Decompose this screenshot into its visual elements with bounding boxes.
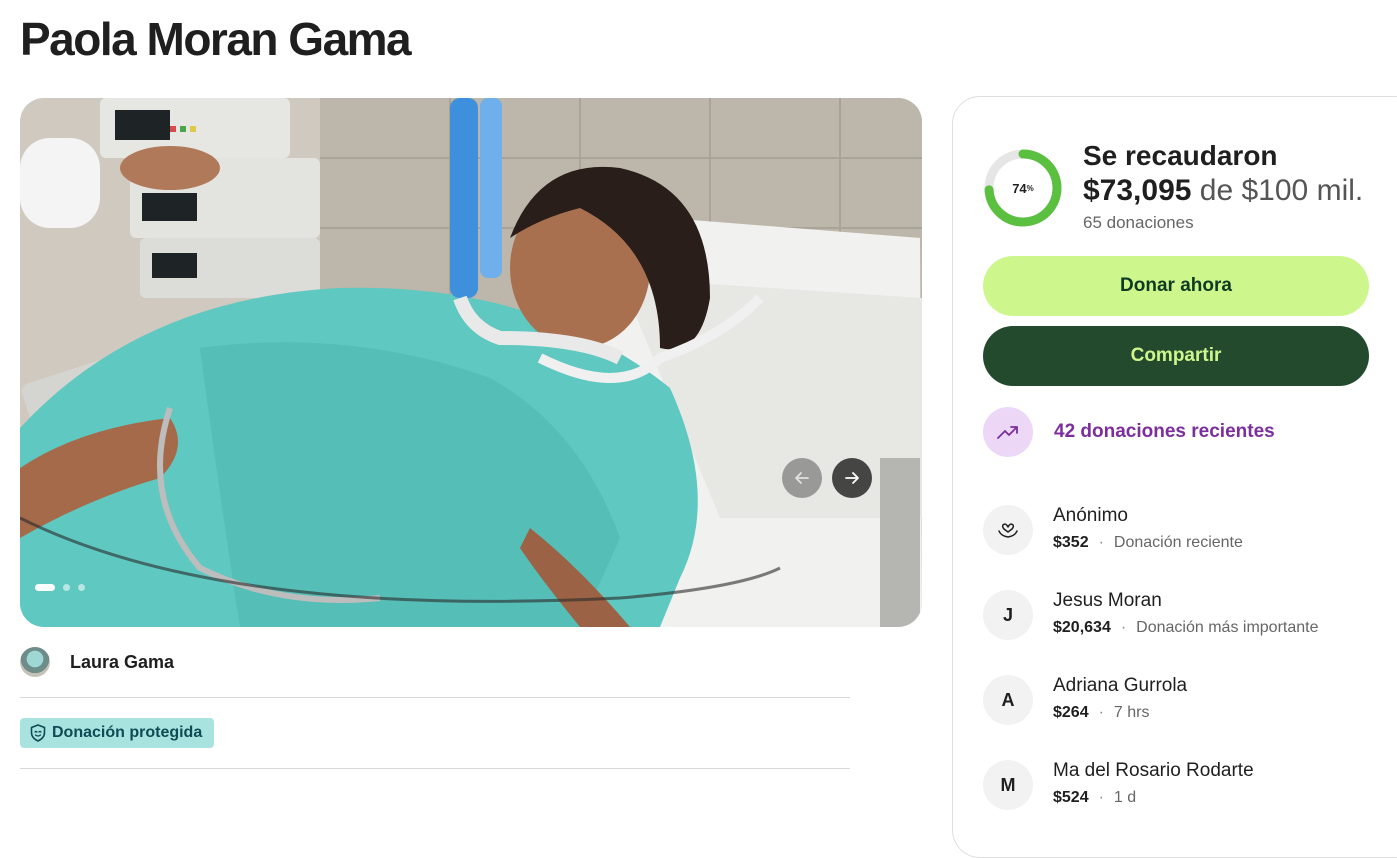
donations-count: 65 donaciones bbox=[1083, 213, 1194, 232]
divider bbox=[20, 768, 850, 769]
divider bbox=[20, 697, 850, 698]
donor-note: 1 d bbox=[1113, 789, 1137, 806]
raised-title: Se recaudaron bbox=[1083, 140, 1278, 171]
donor-name: Jesus Moran bbox=[1053, 590, 1162, 611]
donor-avatar: J bbox=[983, 590, 1033, 640]
donor-note: Donación reciente bbox=[1113, 534, 1243, 551]
donor-name: Ma del Rosario Rodarte bbox=[1053, 760, 1254, 781]
donor-avatar: M bbox=[983, 760, 1033, 810]
raised-value: $73,095 bbox=[1083, 174, 1192, 207]
gallery-dot[interactable] bbox=[63, 584, 70, 591]
gallery-dot[interactable] bbox=[78, 584, 85, 591]
donor-meta: $264 · 7 hrs bbox=[1053, 704, 1150, 721]
organizer-name[interactable]: Laura Gama bbox=[70, 652, 174, 673]
donor-note: Donación más importante bbox=[1136, 619, 1319, 636]
donor-name: Adriana Gurrola bbox=[1053, 675, 1188, 696]
donor-item: Anónimo $352 · Donación reciente bbox=[983, 505, 1243, 555]
page-title: Paola Moran Gama bbox=[20, 13, 412, 65]
gallery-next-button[interactable] bbox=[832, 458, 872, 498]
campaign-photo-image bbox=[20, 98, 922, 627]
shield-icon bbox=[30, 724, 46, 742]
donor-note: 7 hrs bbox=[1113, 704, 1150, 721]
donor-item: M Ma del Rosario Rodarte $524 · 1 d bbox=[983, 760, 1254, 810]
progress-percent: 74% bbox=[1012, 180, 1034, 196]
trending-up-icon bbox=[997, 426, 1018, 439]
gallery-dot[interactable] bbox=[35, 584, 55, 591]
raised-amount: $73,095 de $100 mil. bbox=[1083, 174, 1363, 208]
gallery-prev-button[interactable] bbox=[782, 458, 822, 498]
donor-meta: $352 · Donación reciente bbox=[1053, 534, 1243, 551]
donate-button[interactable]: Donar ahora bbox=[983, 256, 1369, 316]
donor-amount: $264 bbox=[1053, 704, 1089, 721]
donor-amount: $20,634 bbox=[1053, 619, 1111, 636]
donor-avatar bbox=[983, 505, 1033, 555]
donor-amount: $524 bbox=[1053, 789, 1089, 806]
donor-name: Anónimo bbox=[1053, 505, 1128, 526]
donor-item: J Jesus Moran $20,634 · Donación más impor… bbox=[983, 590, 1318, 640]
recent-donations-link[interactable]: 42 donaciones recientes bbox=[983, 407, 1275, 457]
arrow-right-icon bbox=[845, 472, 859, 484]
donor-avatar: A bbox=[983, 675, 1033, 725]
gallery-pagination[interactable] bbox=[35, 584, 85, 591]
campaign-photo[interactable] bbox=[20, 98, 922, 627]
protected-donation-label: Donación protegida bbox=[52, 724, 203, 741]
recent-donations-icon-wrap bbox=[983, 407, 1033, 457]
share-button[interactable]: Compartir bbox=[983, 326, 1369, 386]
organizer-avatar bbox=[20, 647, 50, 677]
protected-donation-badge[interactable]: Donación protegida bbox=[20, 718, 215, 748]
organizer[interactable]: Laura Gama bbox=[20, 647, 174, 677]
progress-ring: 74% bbox=[983, 148, 1063, 228]
donor-item: A Adriana Gurrola $264 · 7 hrs bbox=[983, 675, 1187, 725]
recent-donations-label[interactable]: 42 donaciones recientes bbox=[1054, 421, 1275, 443]
donor-amount: $352 bbox=[1053, 534, 1089, 551]
goal-text: de $100 mil. bbox=[1199, 174, 1364, 207]
arrow-left-icon bbox=[795, 472, 809, 484]
heart-hand-icon bbox=[998, 523, 1018, 538]
donor-meta: $20,634 · Donación más importante bbox=[1053, 619, 1319, 636]
